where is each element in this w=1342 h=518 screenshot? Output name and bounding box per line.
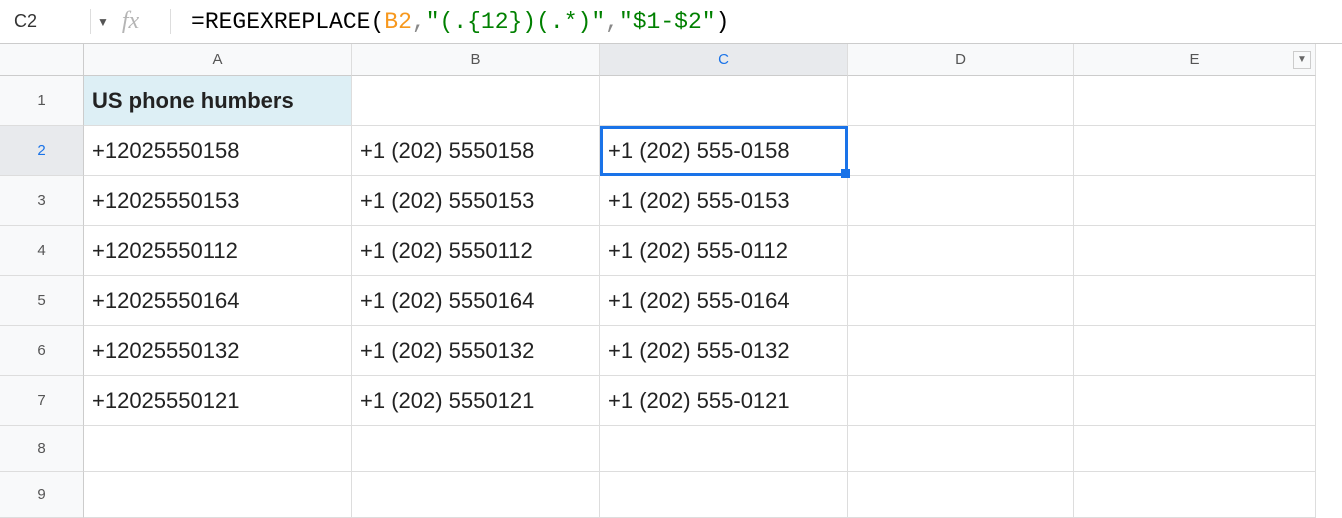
- formula-token-str1: "(.{12})(.*)": [426, 9, 605, 35]
- row-header-1[interactable]: 1: [0, 76, 84, 126]
- cell-E6[interactable]: [1074, 326, 1316, 376]
- formula-token-equals: =: [191, 9, 205, 35]
- fx-icon[interactable]: fx: [90, 9, 170, 35]
- cell-C5[interactable]: +1 (202) 555-0164: [600, 276, 848, 326]
- cell-B4[interactable]: +1 (202) 5550112: [352, 226, 600, 276]
- row-header-2[interactable]: 2: [0, 126, 84, 176]
- cell-A2[interactable]: +12025550158: [84, 126, 352, 176]
- formula-token-ref: B2: [384, 9, 412, 35]
- formula-token-close-paren: ): [716, 9, 730, 35]
- grid-corner[interactable]: [0, 44, 84, 76]
- cell-B8[interactable]: [352, 426, 600, 472]
- row-header-6[interactable]: 6: [0, 326, 84, 376]
- row-header-7[interactable]: 7: [0, 376, 84, 426]
- cell-B2[interactable]: +1 (202) 5550158: [352, 126, 600, 176]
- cell-A7[interactable]: +12025550121: [84, 376, 352, 426]
- cell-B3[interactable]: +1 (202) 5550153: [352, 176, 600, 226]
- cell-A3[interactable]: +12025550153: [84, 176, 352, 226]
- cell-E5[interactable]: [1074, 276, 1316, 326]
- row-header-8[interactable]: 8: [0, 426, 84, 472]
- cell-A8[interactable]: [84, 426, 352, 472]
- row-header-5[interactable]: 5: [0, 276, 84, 326]
- col-header-B[interactable]: B: [352, 44, 600, 76]
- col-header-A[interactable]: A: [84, 44, 352, 76]
- cell-E1[interactable]: [1074, 76, 1316, 126]
- cell-A6[interactable]: +12025550132: [84, 326, 352, 376]
- cell-A9[interactable]: [84, 472, 352, 518]
- cell-D3[interactable]: [848, 176, 1074, 226]
- col-header-D[interactable]: D: [848, 44, 1074, 76]
- formula-bar: C2 ▼ fx =REGEXREPLACE(B2,"(.{12})(.*)","…: [0, 0, 1342, 44]
- cell-B7[interactable]: +1 (202) 5550121: [352, 376, 600, 426]
- cell-D5[interactable]: [848, 276, 1074, 326]
- col-header-E-label: E: [1189, 51, 1199, 68]
- cell-E8[interactable]: [1074, 426, 1316, 472]
- cell-B5[interactable]: +1 (202) 5550164: [352, 276, 600, 326]
- cell-D6[interactable]: [848, 326, 1074, 376]
- cell-B9[interactable]: [352, 472, 600, 518]
- cell-D7[interactable]: [848, 376, 1074, 426]
- name-box-value: C2: [14, 11, 37, 32]
- cell-E4[interactable]: [1074, 226, 1316, 276]
- cell-C2[interactable]: +1 (202) 555-0158: [600, 126, 848, 176]
- cell-C7[interactable]: +1 (202) 555-0121: [600, 376, 848, 426]
- col-header-E[interactable]: E ▼: [1074, 44, 1316, 76]
- formula-token-comma2: ,: [605, 9, 619, 35]
- cell-E7[interactable]: [1074, 376, 1316, 426]
- column-dropdown-icon[interactable]: ▼: [1293, 51, 1311, 69]
- cell-C9[interactable]: [600, 472, 848, 518]
- cell-D2[interactable]: [848, 126, 1074, 176]
- row-header-4[interactable]: 4: [0, 226, 84, 276]
- cell-D1[interactable]: [848, 76, 1074, 126]
- cell-A1[interactable]: US phone humbers: [84, 76, 352, 126]
- formula-token-comma1: ,: [412, 9, 426, 35]
- cell-A5[interactable]: +12025550164: [84, 276, 352, 326]
- cell-B6[interactable]: +1 (202) 5550132: [352, 326, 600, 376]
- col-header-C[interactable]: C: [600, 44, 848, 76]
- cell-E2[interactable]: [1074, 126, 1316, 176]
- cell-C1[interactable]: [600, 76, 848, 126]
- cell-B1[interactable]: [352, 76, 600, 126]
- cell-E9[interactable]: [1074, 472, 1316, 518]
- formula-token-str2: "$1-$2": [619, 9, 716, 35]
- cell-D4[interactable]: [848, 226, 1074, 276]
- cell-E3[interactable]: [1074, 176, 1316, 226]
- cell-D9[interactable]: [848, 472, 1074, 518]
- formula-token-open-paren: (: [370, 9, 384, 35]
- spreadsheet-grid: A B C D E ▼ 1 US phone humbers 2 +120255…: [0, 44, 1342, 518]
- cell-C4[interactable]: +1 (202) 555-0112: [600, 226, 848, 276]
- formula-input[interactable]: =REGEXREPLACE(B2,"(.{12})(.*)","$1-$2"): [170, 9, 1342, 35]
- cell-D8[interactable]: [848, 426, 1074, 472]
- formula-token-fn: REGEXREPLACE: [205, 9, 371, 35]
- cell-C6[interactable]: +1 (202) 555-0132: [600, 326, 848, 376]
- row-header-3[interactable]: 3: [0, 176, 84, 226]
- cell-A4[interactable]: +12025550112: [84, 226, 352, 276]
- row-header-9[interactable]: 9: [0, 472, 84, 518]
- name-box[interactable]: C2 ▼: [0, 0, 90, 43]
- cell-C8[interactable]: [600, 426, 848, 472]
- cell-C3[interactable]: +1 (202) 555-0153: [600, 176, 848, 226]
